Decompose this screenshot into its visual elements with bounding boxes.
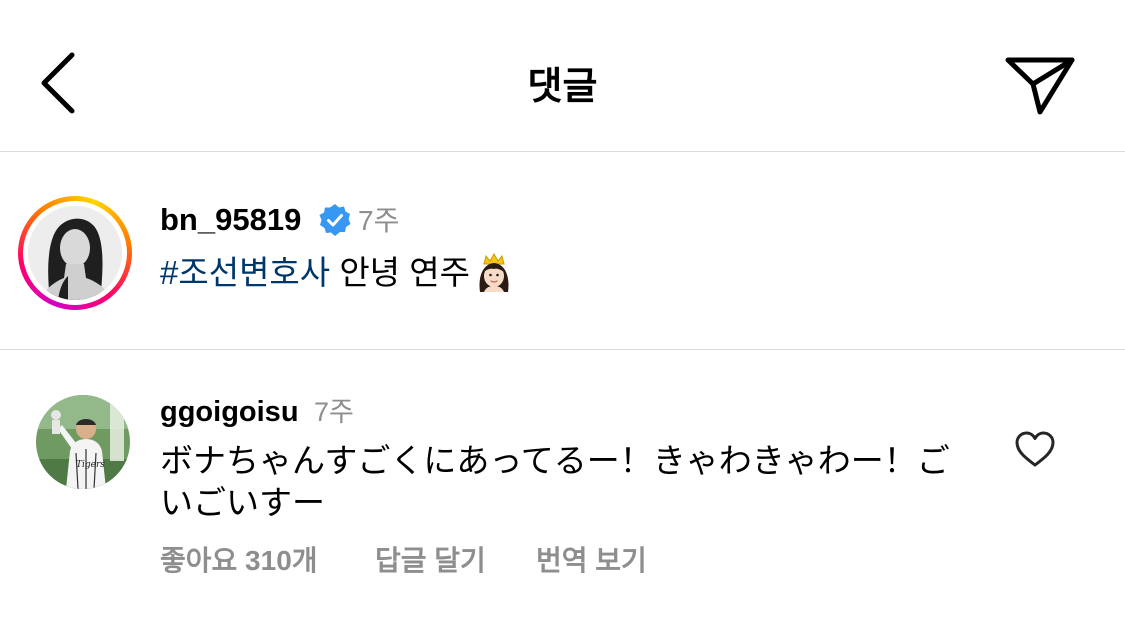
comment-text: ボナちゃんすごくにあってるー！きゃわきゃわー！ごいごいすー bbox=[160, 442, 950, 521]
header-bar: 댓글 bbox=[0, 0, 1125, 150]
comment-timestamp: 7주 bbox=[314, 397, 354, 427]
caption-timestamp: 7주 bbox=[358, 205, 400, 236]
author-avatar-photo bbox=[28, 206, 122, 300]
header-divider bbox=[0, 151, 1125, 152]
caption-text: #조선변호사 안녕 연주 bbox=[160, 253, 514, 293]
translate-button[interactable]: 번역 보기 bbox=[536, 541, 647, 581]
verified-badge-icon bbox=[319, 204, 351, 236]
princess-emoji-icon bbox=[479, 253, 509, 293]
reply-button[interactable]: 답글 달기 bbox=[375, 541, 486, 581]
caption-body: 안녕 연주 bbox=[330, 254, 470, 291]
commenter-avatar[interactable]: Tigers bbox=[36, 395, 130, 489]
page-title: 댓글 bbox=[527, 66, 598, 108]
author-avatar[interactable] bbox=[18, 196, 132, 310]
like-comment-button[interactable] bbox=[1013, 429, 1057, 469]
caption-divider bbox=[0, 349, 1125, 350]
commenter-username[interactable]: ggoigoisu bbox=[160, 393, 299, 431]
svg-text:Tigers: Tigers bbox=[76, 460, 105, 470]
hashtag-link[interactable]: #조선변호사 bbox=[160, 254, 330, 291]
commenter-avatar-photo: Tigers bbox=[36, 395, 130, 489]
heart-outline-icon bbox=[1015, 431, 1055, 467]
paper-plane-icon bbox=[1005, 57, 1075, 115]
likes-count-link[interactable]: 좋아요 310개 bbox=[160, 541, 318, 581]
send-button[interactable] bbox=[1002, 50, 1078, 118]
author-username[interactable]: bn_95819 bbox=[160, 201, 301, 239]
